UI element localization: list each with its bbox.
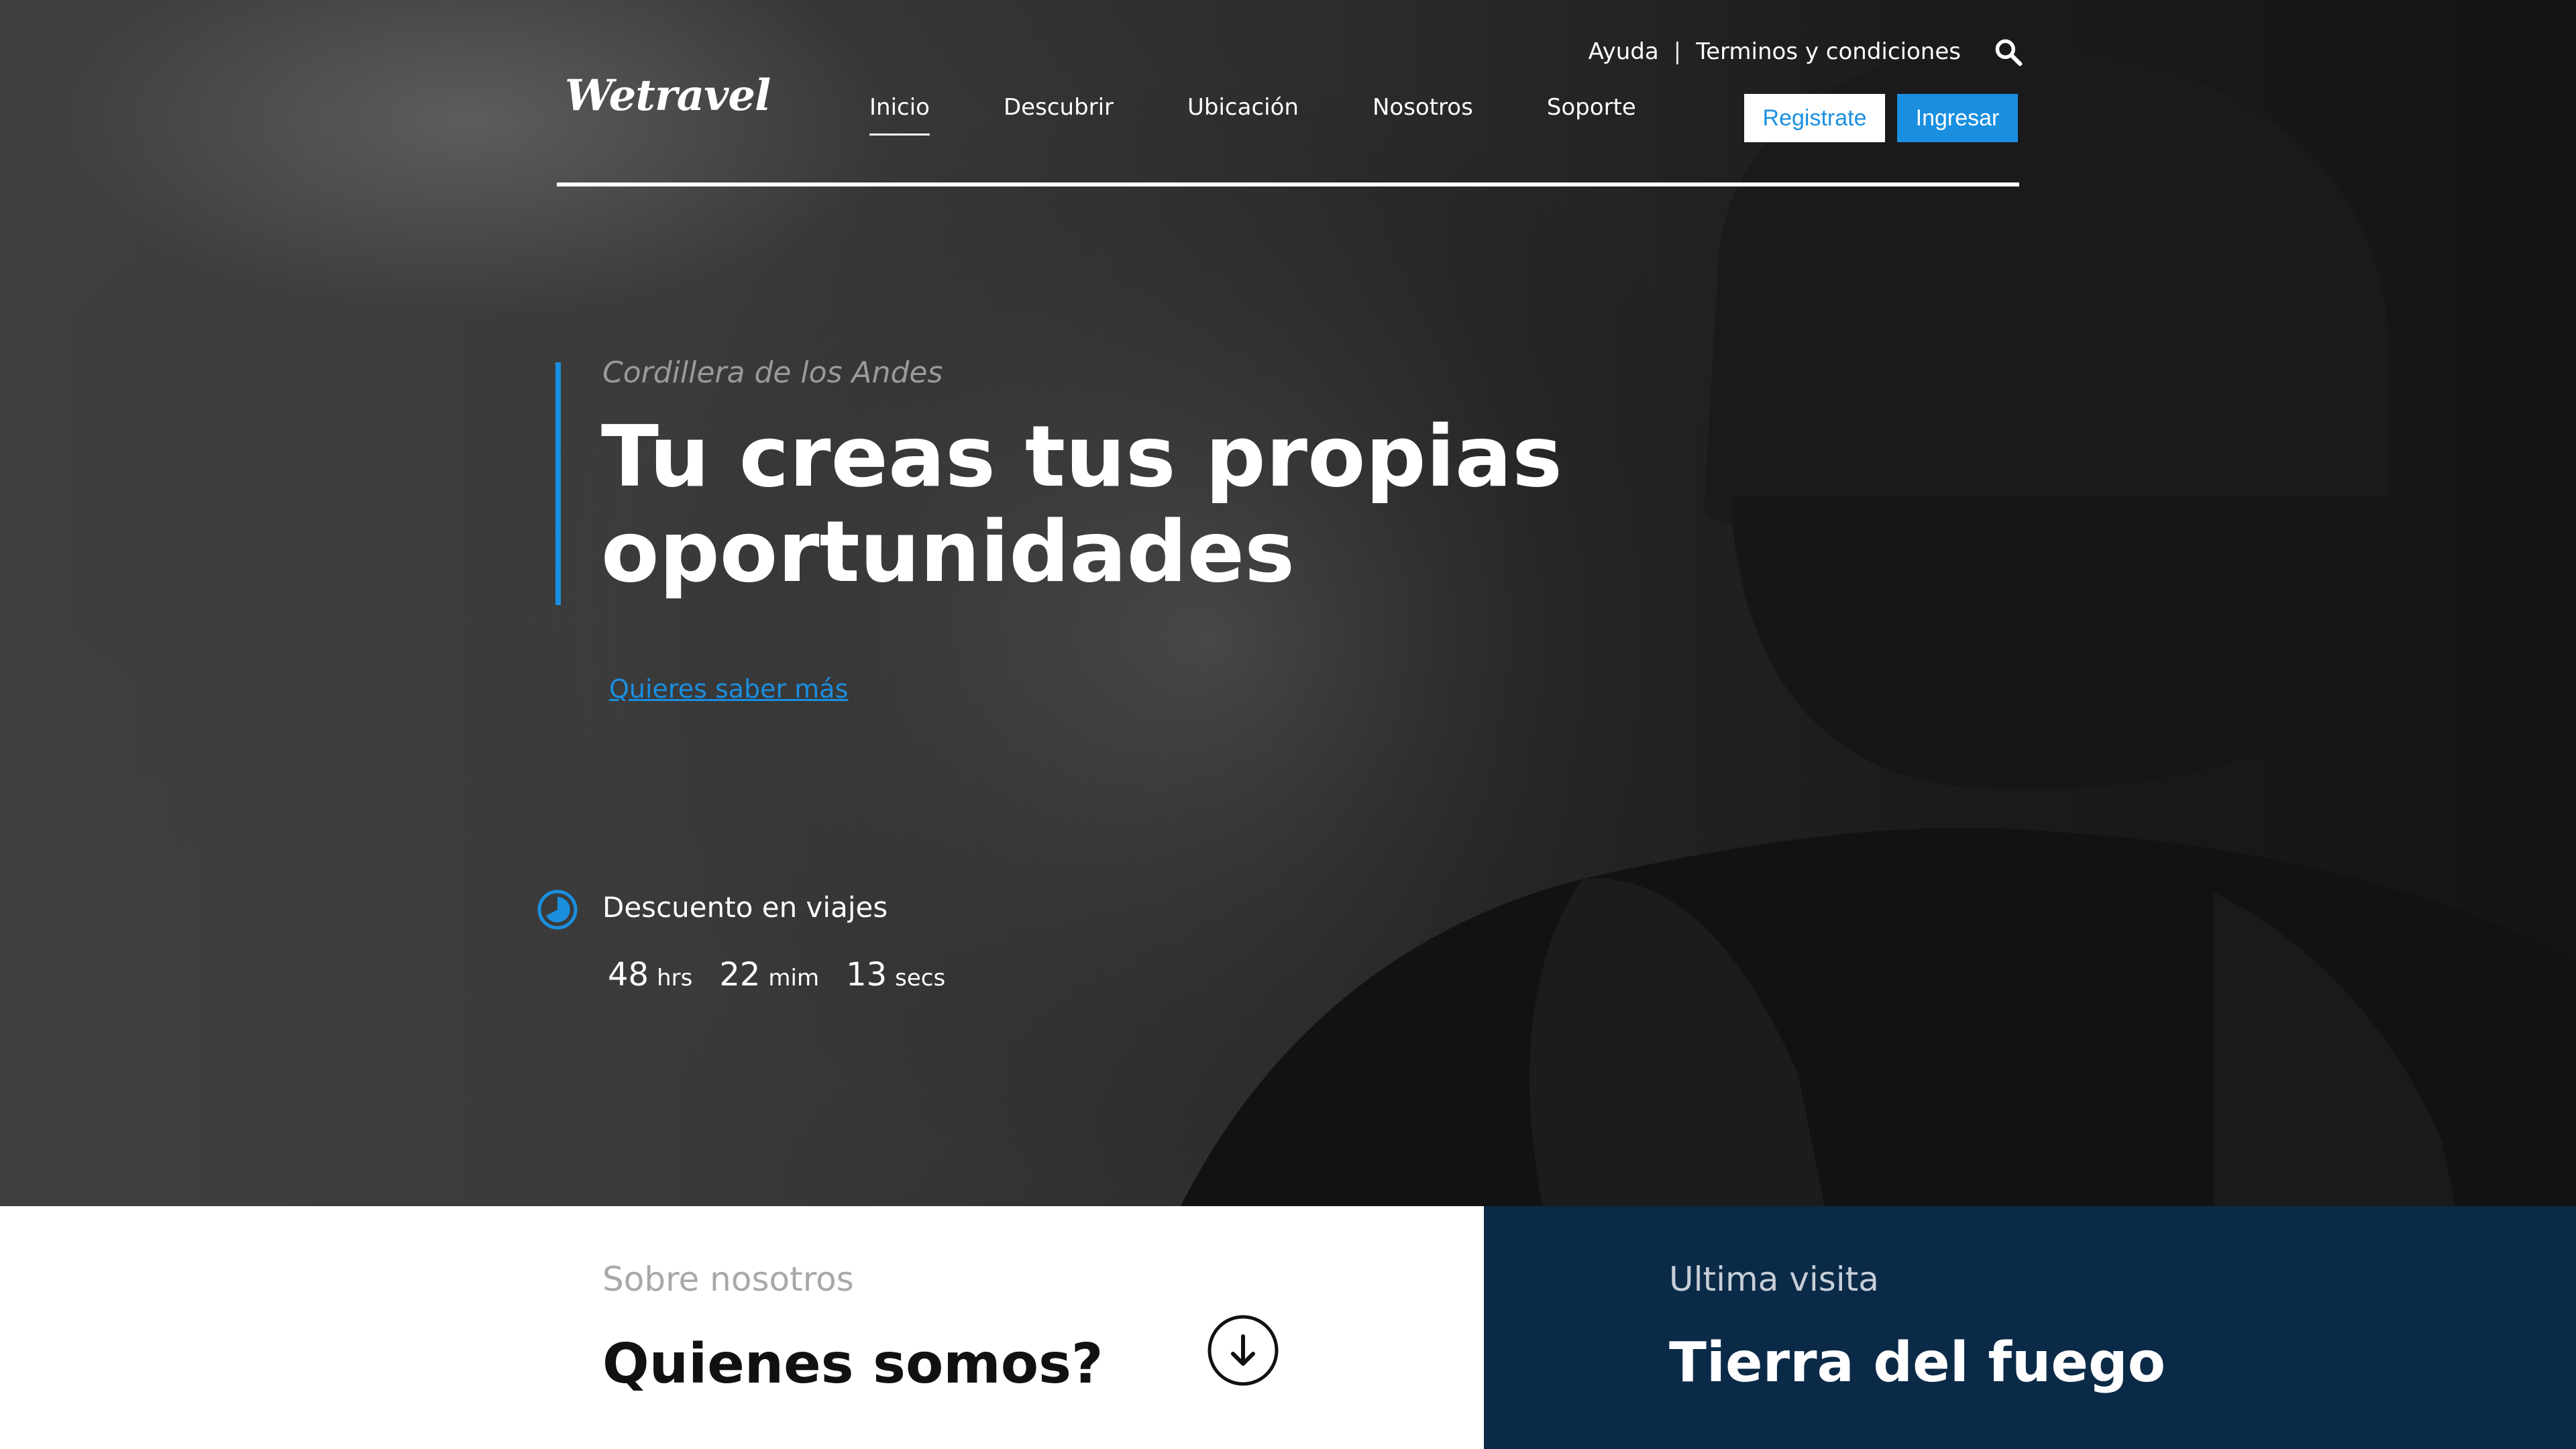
about-eyebrow: Sobre nosotros [602,1260,854,1299]
arrow-down-circle-icon[interactable] [1206,1313,1280,1387]
hero-section: Ayuda | Terminos y condiciones Wetravel … [0,0,2576,1206]
hero-headline-line2: oportunidades [601,502,1295,601]
about-title: Quienes somos? [602,1332,1104,1396]
countdown-seconds-value: 13 [846,956,888,994]
countdown-hours-unit: hrs [657,965,693,991]
header-divider [557,182,2019,186]
countdown-hours: 48 hrs [608,956,692,994]
last-visit-eyebrow: Ultima visita [1669,1260,1879,1299]
nav-item-ubicacion[interactable]: Ubicación [1187,94,1299,136]
countdown-seconds-unit: secs [895,965,946,991]
last-visit-panel[interactable]: Ultima visita Tierra del fuego [1484,1206,2576,1449]
countdown-minutes-value: 22 [719,956,761,994]
countdown-hours-value: 48 [608,956,649,994]
register-button[interactable]: Registrate [1744,94,1885,142]
login-button[interactable]: Ingresar [1897,94,2018,142]
countdown-timer: 48 hrs 22 mim 13 secs [608,956,945,994]
learn-more-link[interactable]: Quieres saber más [609,674,848,704]
page: Ayuda | Terminos y condiciones Wetravel … [0,0,2576,1449]
search-icon[interactable] [1993,37,2023,66]
countdown-minutes-unit: mim [768,965,820,991]
nav-item-descubrir[interactable]: Descubrir [1004,94,1114,136]
about-panel: Sobre nosotros Quienes somos? [0,1206,1484,1449]
discount-title: Descuento en viajes [602,891,888,924]
nav-item-soporte[interactable]: Soporte [1547,94,1636,136]
clock-icon [537,890,578,930]
countdown-minutes: 22 mim [719,956,819,994]
last-visit-title: Tierra del fuego [1669,1331,2166,1395]
hero-headline: Tu creas tus propias oportunidades [601,409,1607,600]
nav-item-inicio[interactable]: Inicio [869,94,930,136]
logo[interactable]: Wetravel [565,70,771,121]
nav-item-nosotros[interactable]: Nosotros [1373,94,1473,136]
countdown-seconds: 13 secs [846,956,945,994]
utility-separator: | [1673,38,1682,65]
hero-headline-line1: Tu creas tus propias [601,407,1562,506]
utility-links: Ayuda | Terminos y condiciones [1589,37,2023,66]
headline-accent-bar [555,362,561,605]
main-nav: Inicio Descubrir Ubicación Nosotros Sopo… [869,94,1636,136]
help-link[interactable]: Ayuda [1589,38,1659,65]
terms-link[interactable]: Terminos y condiciones [1696,38,1961,65]
hero-eyebrow: Cordillera de los Andes [602,356,943,390]
hero-background-image [604,46,2576,1206]
